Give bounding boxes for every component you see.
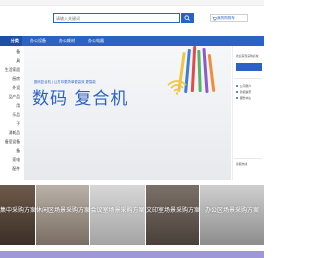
category-item[interactable]: 生活家居	[0, 66, 22, 75]
bullet-icon	[236, 97, 238, 99]
cart-button[interactable]: 我的购物车	[210, 14, 248, 22]
search-button[interactable]	[181, 13, 194, 23]
solution-tile[interactable]: 会议室场景采购方案	[90, 185, 145, 245]
tile-title: 办公区场景采购方案	[204, 208, 259, 214]
category-item[interactable]: 用	[0, 102, 22, 111]
category-item[interactable]: 配件	[0, 165, 22, 174]
promo-banner[interactable]: 数码复合机 | 让打印更简单更高效 更智能 数码 复合机	[24, 46, 231, 180]
panel-link[interactable]: 公司简介	[240, 84, 251, 88]
divider	[234, 158, 262, 159]
category-item[interactable]: 消耗品	[0, 129, 22, 138]
tile-title: 文印室场景采购方案	[146, 208, 199, 214]
hotline-label: 客服热线	[236, 162, 248, 166]
bottom-bar	[0, 251, 264, 258]
category-item[interactable]: 品产品	[0, 93, 22, 102]
panel-link[interactable]: 服务中心	[240, 96, 251, 100]
welcome-text: 欢迎来到采购商城	[236, 54, 259, 58]
pen-image	[207, 53, 216, 93]
solution-tile[interactable]: 集中采购方案	[0, 185, 35, 245]
cart-label: 我的购物车	[217, 16, 235, 20]
panel-link[interactable]: 新闻资讯	[240, 90, 251, 94]
solution-tile[interactable]: 文印室场景采购方案	[146, 185, 199, 245]
pen-image	[197, 49, 202, 93]
category-menu-header[interactable]: 分类	[0, 36, 22, 46]
category-item[interactable]: 乐品	[0, 111, 22, 120]
category-item[interactable]: 家电	[0, 156, 22, 165]
nav-link-office-supplies[interactable]: 办公耗材	[59, 36, 75, 46]
category-item[interactable]: 备	[0, 147, 22, 156]
category-item[interactable]: 子	[0, 120, 22, 129]
solution-tile[interactable]: 休闲区场景采购方案	[36, 185, 89, 245]
bullet-icon	[236, 91, 238, 93]
tile-title: 休闲区场景采购方案	[36, 208, 89, 214]
category-item[interactable]: 外设	[0, 84, 22, 93]
wireless-icon	[167, 80, 187, 95]
category-item[interactable]: 厨房	[0, 75, 22, 84]
search-icon	[184, 15, 190, 21]
banner-title: 数码 复合机	[32, 89, 129, 109]
top-strip	[0, 0, 264, 6]
solution-tile[interactable]: 办公区场景采购方案	[200, 185, 264, 245]
login-button[interactable]	[236, 63, 262, 71]
category-item[interactable]: 备	[0, 48, 22, 57]
pen-image	[190, 46, 197, 93]
nav-link-office-appliances[interactable]: 办公电器	[88, 36, 104, 46]
tile-title: 会议室场景采购方案	[90, 208, 145, 214]
cart-icon	[212, 16, 217, 21]
nav-link-office-equipment[interactable]: 办公设备	[30, 36, 46, 46]
divider	[234, 78, 262, 79]
search-input[interactable]	[54, 14, 165, 22]
category-sidebar: 备 具 生活家居 厨房 外设 品产品 用 乐品 子 消耗品 备室设备 备 家电 …	[0, 46, 22, 186]
category-item[interactable]: 具	[0, 57, 22, 66]
tile-title: 集中采购方案	[0, 208, 35, 214]
category-item[interactable]: 备室设备	[0, 138, 22, 147]
bullet-icon	[236, 85, 238, 87]
